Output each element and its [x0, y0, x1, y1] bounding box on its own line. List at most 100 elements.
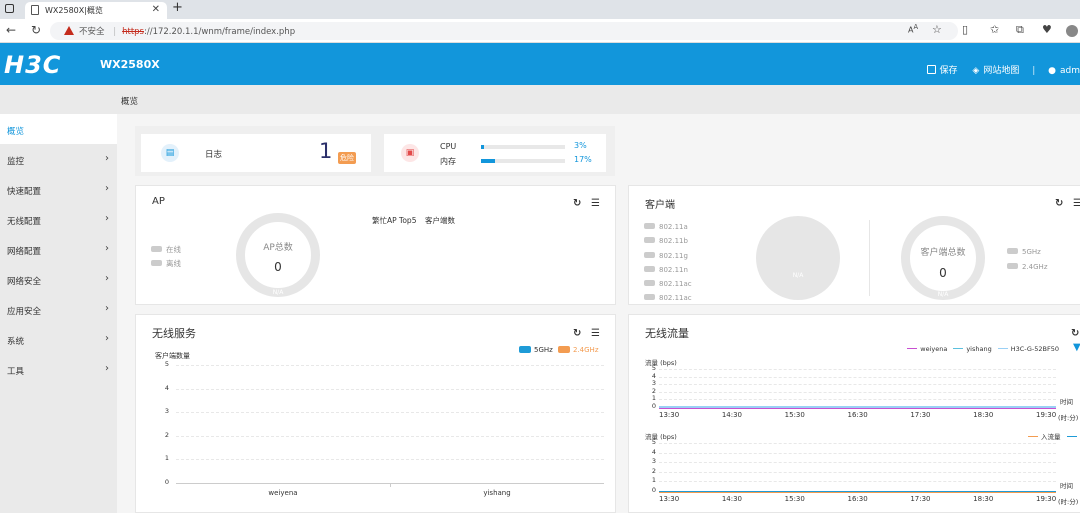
legend-online: 在线	[166, 245, 181, 254]
sitemap-icon[interactable]: ◈	[972, 66, 979, 76]
y-tick-label: 4	[159, 384, 169, 392]
wireless-traffic-chart: 流量 (bps)01234513:3014:3015:3016:3017:301…	[629, 315, 1080, 514]
refresh-icon[interactable]: ↻	[573, 198, 581, 209]
browser-tab[interactable]: WX2580X|概览 ✕	[25, 2, 167, 19]
sidebar: 概览 监控› 快速配置› 无线配置› 网络配置› 网络安全› 应用安全› 系统›…	[0, 114, 117, 513]
gridline	[659, 462, 1056, 463]
new-tab-icon[interactable]: +	[172, 0, 183, 15]
wireless-service-card: 无线服务 ↻ ☰ 5GHz 2.4GHz 客户端数量 012345weiyena…	[135, 314, 616, 513]
gridline	[659, 472, 1056, 473]
sidebar-item-app-security[interactable]: 应用安全›	[0, 294, 117, 324]
gridline	[176, 436, 604, 437]
sidebar-item-system[interactable]: 系统›	[0, 324, 117, 354]
legend-swatch	[907, 348, 917, 350]
mode-label: 802.11n	[659, 266, 688, 274]
legend-swatch	[644, 237, 655, 243]
cpu-bar-fill	[481, 145, 484, 149]
refresh-icon[interactable]: ↻	[31, 23, 41, 37]
x-tick-label: 16:30	[848, 411, 868, 419]
sidebar-item-wireless-config[interactable]: 无线配置›	[0, 204, 117, 234]
resource-summary[interactable]: ▣ CPU 3% 内存 17%	[384, 134, 606, 172]
security-warning[interactable]: 不安全	[79, 27, 105, 37]
tab-actions-icon[interactable]	[5, 4, 14, 13]
save-icon[interactable]	[927, 65, 936, 74]
y-tick-label: 4	[646, 372, 656, 380]
y-tick-label: 0	[646, 486, 656, 494]
ap-total-label: AP总数	[236, 240, 320, 253]
legend-swatch	[644, 252, 655, 258]
extensions-icon[interactable]: ♥	[1042, 23, 1052, 36]
chevron-right-icon: ›	[105, 273, 109, 284]
y-tick-label: 1	[159, 454, 169, 462]
band-5ghz-legend: 5GHz	[1022, 248, 1041, 256]
refresh-icon[interactable]: ↻	[1055, 198, 1063, 209]
sidebar-item-network-security[interactable]: 网络安全›	[0, 264, 117, 294]
log-icon: ▤	[161, 144, 179, 162]
gridline	[176, 459, 604, 460]
memory-percent: 17%	[574, 155, 592, 164]
list-icon[interactable]: ☰	[591, 198, 600, 209]
sidebar-item-quick-config[interactable]: 快速配置›	[0, 174, 117, 204]
y-tick-label: 3	[159, 407, 169, 415]
ap-card-title: AP	[152, 196, 165, 207]
sitemap-link[interactable]: 网站地图	[983, 66, 1019, 76]
favorites-icon[interactable]: ✩	[990, 23, 999, 36]
legend-swatch	[644, 294, 655, 300]
sidebar-item-monitor[interactable]: 监控 ›	[0, 144, 117, 174]
sidebar-item-label: 监控	[7, 157, 24, 167]
busy-ap-top5-label: 繁忙AP Top5	[372, 215, 416, 226]
legend-offline: 离线	[166, 259, 181, 268]
x-tick-label: 18:30	[973, 495, 993, 503]
chevron-right-icon: ›	[105, 153, 109, 164]
url-input[interactable]: 不安全 |https://172.20.1.1/wnm/frame/index.…	[50, 22, 958, 40]
busy-ap-client-count-label: 客户端数	[425, 215, 455, 226]
cpu-percent: 3%	[574, 141, 587, 150]
profile-avatar-icon[interactable]	[1066, 25, 1078, 37]
y-tick-label: 5	[159, 360, 169, 368]
page-icon	[31, 5, 39, 15]
x-tick-label: 15:30	[785, 411, 805, 419]
legend-label: weiyena	[920, 345, 947, 353]
log-summary[interactable]: ▤ 日志 1 危险	[141, 134, 371, 172]
close-tab-icon[interactable]: ✕	[152, 4, 160, 15]
list-icon[interactable]: ☰	[1073, 198, 1080, 209]
legend-label: yishang	[966, 345, 991, 353]
y-tick-label: 3	[646, 457, 656, 465]
sidebar-item-label: 无线配置	[7, 217, 41, 227]
collections-icon[interactable]: ⧉	[1016, 23, 1024, 37]
y-tick-label: 0	[159, 478, 169, 486]
traffic-legend: weiyena yishang H3C-G-52BF50	[901, 345, 1059, 353]
legend-swatch	[1028, 436, 1038, 438]
favorite-star-icon[interactable]: ☆	[932, 23, 942, 36]
y-tick-label: 1	[646, 394, 656, 402]
gridline	[659, 443, 1056, 444]
gridline	[659, 377, 1056, 378]
sidebar-item-label: 网络配置	[7, 247, 41, 257]
legend-label: H3C-G-52BF50	[1011, 345, 1059, 353]
x-tick-label: 17:30	[910, 411, 930, 419]
main-content: ▤ 日志 1 危险 ▣ CPU 3% 内存 17% AP ↻ ☰ 在线 离线 A…	[117, 114, 1080, 513]
sidebar-item-network-config[interactable]: 网络配置›	[0, 234, 117, 264]
save-button[interactable]: 保存	[940, 66, 958, 76]
user-icon[interactable]: ●	[1048, 66, 1056, 76]
read-aloud-icon[interactable]: AA	[908, 23, 918, 35]
client-card: 客户端 ↻ ☰ 802.11a 802.11b 802.11g 802.11n …	[628, 185, 1080, 305]
sidebar-item-overview[interactable]: 概览	[0, 114, 117, 144]
back-icon[interactable]: ←	[6, 23, 16, 37]
legend-swatch	[644, 266, 655, 272]
series-line-H3C-G-52BF50	[659, 406, 1056, 408]
memory-bar	[481, 159, 565, 163]
x-tick-label: 15:30	[785, 495, 805, 503]
ap-total-ring	[236, 213, 320, 297]
ap-ring-na: N/A	[236, 289, 320, 296]
x-tick-label: 13:30	[659, 411, 679, 419]
gridline	[659, 384, 1056, 385]
breadcrumb-bar: 概览	[0, 85, 1080, 114]
y-tick-label: 4	[646, 448, 656, 456]
sidebar-item-tools[interactable]: 工具›	[0, 354, 117, 384]
chevron-right-icon: ›	[105, 333, 109, 344]
y-tick-label: 0	[646, 402, 656, 410]
ap-card: AP ↻ ☰ 在线 离线 AP总数 0 N/A 繁忙AP Top5 客户端数	[135, 185, 616, 305]
split-screen-icon[interactable]: ▯	[962, 23, 968, 36]
user-menu[interactable]: adm	[1060, 66, 1080, 76]
